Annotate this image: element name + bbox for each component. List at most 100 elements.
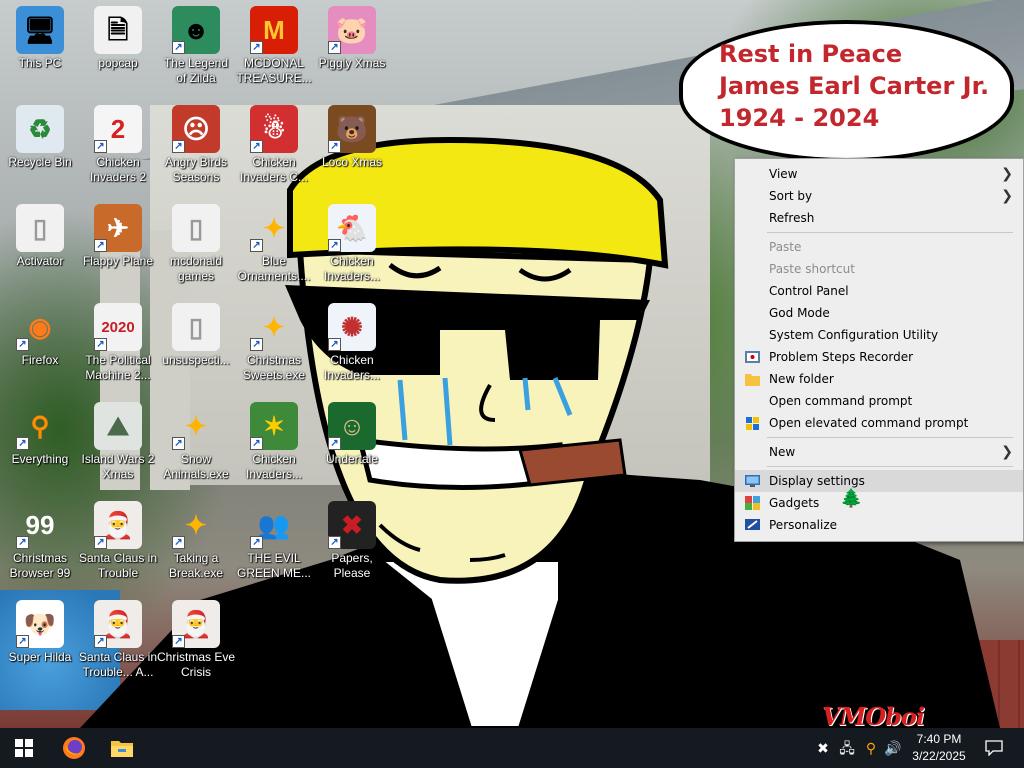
menu-item-label: Problem Steps Recorder xyxy=(769,350,914,364)
desktop-icon-angry-birds-seasons[interactable]: ☹ ↗ Angry Birds Seasons xyxy=(156,105,236,185)
watermark-text: VMOboi xyxy=(822,702,925,731)
plane-icon: ✈ ↗ xyxy=(94,204,142,252)
windows-logo-icon xyxy=(15,739,33,757)
desktop-icon-label-line: THE EVIL xyxy=(247,551,301,565)
menu-item-label: God Mode xyxy=(769,306,830,320)
shortcut-arrow-icon: ↗ xyxy=(250,140,263,153)
desktop-icon-label: unsuspecti... xyxy=(156,353,236,368)
menu-item-paste-shortcut: Paste shortcut xyxy=(735,258,1023,280)
desktop-icon-santa-claus-trouble[interactable]: 🎅 ↗ Santa Claus in Trouble xyxy=(78,501,158,581)
menu-item-label: Open command prompt xyxy=(769,394,913,408)
desktop-icon-recycle-bin[interactable]: ♻ Recycle Bin xyxy=(0,105,80,170)
shortcut-arrow-icon: ↗ xyxy=(250,41,263,54)
mouse-cursor-icon: 🌲 xyxy=(840,488,863,508)
desktop-icon-snow-animals[interactable]: ✦ ↗ Snow Animals.exe xyxy=(156,402,236,482)
desktop-icon-mcdonald-games[interactable]: ▯ mcdonald games xyxy=(156,204,236,284)
menu-item-label: Personalize xyxy=(769,518,838,532)
desktop-icon-unsuspecting[interactable]: ▯ unsuspecti... xyxy=(156,303,236,368)
menu-item-label: Open elevated command prompt xyxy=(769,416,969,430)
desktop-icon-label-line: mcdonald xyxy=(169,254,223,268)
volume-icon[interactable]: 🔊 xyxy=(884,738,902,758)
speech-bubble-line: Rest in Peace xyxy=(719,40,903,68)
mcdonalds-icon: M ↗ xyxy=(250,6,298,54)
desktop-icon-label-line: The Legend xyxy=(163,56,229,70)
menu-separator xyxy=(767,232,1013,233)
desktop-icon-chicken-invaders-c[interactable]: ☃ ↗ Chicken Invaders C... xyxy=(234,105,314,185)
desktop-icon-label: Santa Claus in Trouble... A... xyxy=(78,650,158,680)
menu-item-refresh[interactable]: Refresh xyxy=(735,207,1023,229)
desktop-icon-chicken-invaders-d[interactable]: ✶ ↗ Chicken Invaders... xyxy=(234,402,314,482)
menu-item-open-elevated-command-prompt[interactable]: Open elevated command prompt xyxy=(735,412,1023,434)
desktop-icon-undertale[interactable]: ☺ ↗ Undertale xyxy=(312,402,392,467)
desktop-icon-this-pc[interactable]: 🖥 This PC xyxy=(0,6,80,71)
desktop-icon-popcap[interactable]: 🗎 popcap xyxy=(78,6,158,71)
desktop-icon-papers-please[interactable]: ✖ ↗ Papers, Please xyxy=(312,501,392,581)
desktop-icon-chicken-invaders-2[interactable]: 2 ↗ Chicken Invaders 2 xyxy=(78,105,158,185)
desktop-icon-taking-a-break[interactable]: ✦ ↗ Taking a Break.exe xyxy=(156,501,236,581)
desktop-icon-label-line: TREASURE... xyxy=(236,71,312,85)
desktop-icon-label-line: The Political xyxy=(85,353,151,367)
menu-item-gadgets[interactable]: Gadgets xyxy=(735,492,1023,514)
desktop-icon-label-line: Christmas xyxy=(12,551,67,565)
desktop-icon-loco-xmas[interactable]: 🐻 ↗ Loco Xmas xyxy=(312,105,392,170)
desktop-icon-label: Snow Animals.exe xyxy=(156,452,236,482)
shortcut-arrow-icon: ↗ xyxy=(250,536,263,549)
desktop-icon-label: This PC xyxy=(0,56,80,71)
firefox-taskbar-button[interactable] xyxy=(50,728,98,768)
menu-item-personalize[interactable]: Personalize xyxy=(735,514,1023,536)
desktop-icon-mcdonald-treasure[interactable]: M ↗ MCDONAL TREASURE... xyxy=(234,6,314,86)
desktop-icon-label: Super Hilda xyxy=(0,650,80,665)
desktop-icon-label-line: Loco Xmas xyxy=(321,155,383,169)
desktop-icon-firefox[interactable]: ◉ ↗ Firefox xyxy=(0,303,80,368)
desktop-icon-political-machine[interactable]: 2020 ↗ The Political Machine 2... xyxy=(78,303,158,383)
menu-item-god-mode[interactable]: God Mode xyxy=(735,302,1023,324)
speech-bubble-line: 1924 - 2024 xyxy=(719,104,880,132)
desktop-icon-everything[interactable]: ⚲ ↗ Everything xyxy=(0,402,80,467)
shortcut-arrow-icon: ↗ xyxy=(328,536,341,549)
menu-item-problem-steps-recorder[interactable]: Problem Steps Recorder xyxy=(735,346,1023,368)
taskbar-clock[interactable]: 7:40 PM 3/22/2025 xyxy=(904,731,974,765)
desktop-icon-label-line: Recycle Bin xyxy=(8,155,72,169)
messenger-icon: 👥 ↗ xyxy=(250,501,298,549)
desktop-icon-label: popcap xyxy=(78,56,158,71)
desktop-icon-christmas-browser[interactable]: 99 ↗ Christmas Browser 99 xyxy=(0,501,80,581)
desktop-icon-chicken-invaders-b[interactable]: ✺ ↗ Chicken Invaders... xyxy=(312,303,392,383)
desktop-icon-label: Loco Xmas xyxy=(312,155,392,170)
defender-tray-icon[interactable]: ✖ xyxy=(814,738,832,758)
desktop-icon-label: Everything xyxy=(0,452,80,467)
desktop-icon-christmas-eve-crisis[interactable]: 🎅 ↗ Christmas Eve Crisis xyxy=(156,600,236,680)
desktop-icon-activator[interactable]: ▯ Activator xyxy=(0,204,80,269)
menu-item-system-configuration-utility[interactable]: System Configuration Utility xyxy=(735,324,1023,346)
network-tray-icon[interactable]: 🖧 xyxy=(838,738,856,758)
search-tray-icon[interactable]: ⚲ xyxy=(862,738,880,758)
chicken-green-icon: ✶ ↗ xyxy=(250,402,298,450)
firework-icon: ✦ ↗ xyxy=(250,303,298,351)
desktop-icon-chicken-invaders-a[interactable]: 🐔 ↗ Chicken Invaders... xyxy=(312,204,392,284)
desktop-icon-label-line: Seasons xyxy=(172,170,220,184)
desktop-icon-label-line: Browser 99 xyxy=(9,566,71,580)
start-button[interactable] xyxy=(0,728,48,768)
menu-item-new-folder[interactable]: New folder xyxy=(735,368,1023,390)
menu-item-control-panel[interactable]: Control Panel xyxy=(735,280,1023,302)
desktop-icon-island-wars[interactable]: ⛰ Island Wars 2 Xmas xyxy=(78,402,158,482)
menu-item-new[interactable]: New ❯ xyxy=(735,441,1023,463)
desktop-icon-blue-ornaments[interactable]: ✦ ↗ Blue Ornaments.... xyxy=(234,204,314,284)
menu-item-sort-by[interactable]: Sort by ❯ xyxy=(735,185,1023,207)
shortcut-arrow-icon: ↗ xyxy=(16,338,29,351)
desktop-icon-flappy-plane[interactable]: ✈ ↗ Flappy Plane xyxy=(78,204,158,269)
desktop-icon-santa-claus-trouble-a[interactable]: 🎅 ↗ Santa Claus in Trouble... A... xyxy=(78,600,158,680)
menu-item-view[interactable]: View ❯ xyxy=(735,163,1023,185)
action-center-button[interactable] xyxy=(970,728,1018,768)
personalize-icon xyxy=(745,519,760,530)
desktop-icon-super-hilda[interactable]: 🐶 ↗ Super Hilda xyxy=(0,600,80,665)
menu-item-open-command-prompt[interactable]: Open command prompt xyxy=(735,390,1023,412)
desktop-icon-label-line: Trouble... A... xyxy=(82,665,154,679)
desktop-icon-christmas-sweets[interactable]: ✦ ↗ Christmas Sweets.exe xyxy=(234,303,314,383)
desktop-icon-label-line: of Zilda xyxy=(176,71,216,85)
recycle-bin-icon: ♻ xyxy=(16,105,64,153)
desktop-icon-piggly-xmas[interactable]: 🐷 ↗ Piggly Xmas xyxy=(312,6,392,71)
desktop-icon-evil-green-messenger[interactable]: 👥 ↗ THE EVIL GREEN ME... xyxy=(234,501,314,581)
file-explorer-taskbar-button[interactable] xyxy=(98,728,146,768)
desktop-icon-legend-of-zilda[interactable]: ☻ ↗ The Legend of Zilda xyxy=(156,6,236,86)
menu-item-display-settings[interactable]: Display settings xyxy=(735,470,1023,492)
